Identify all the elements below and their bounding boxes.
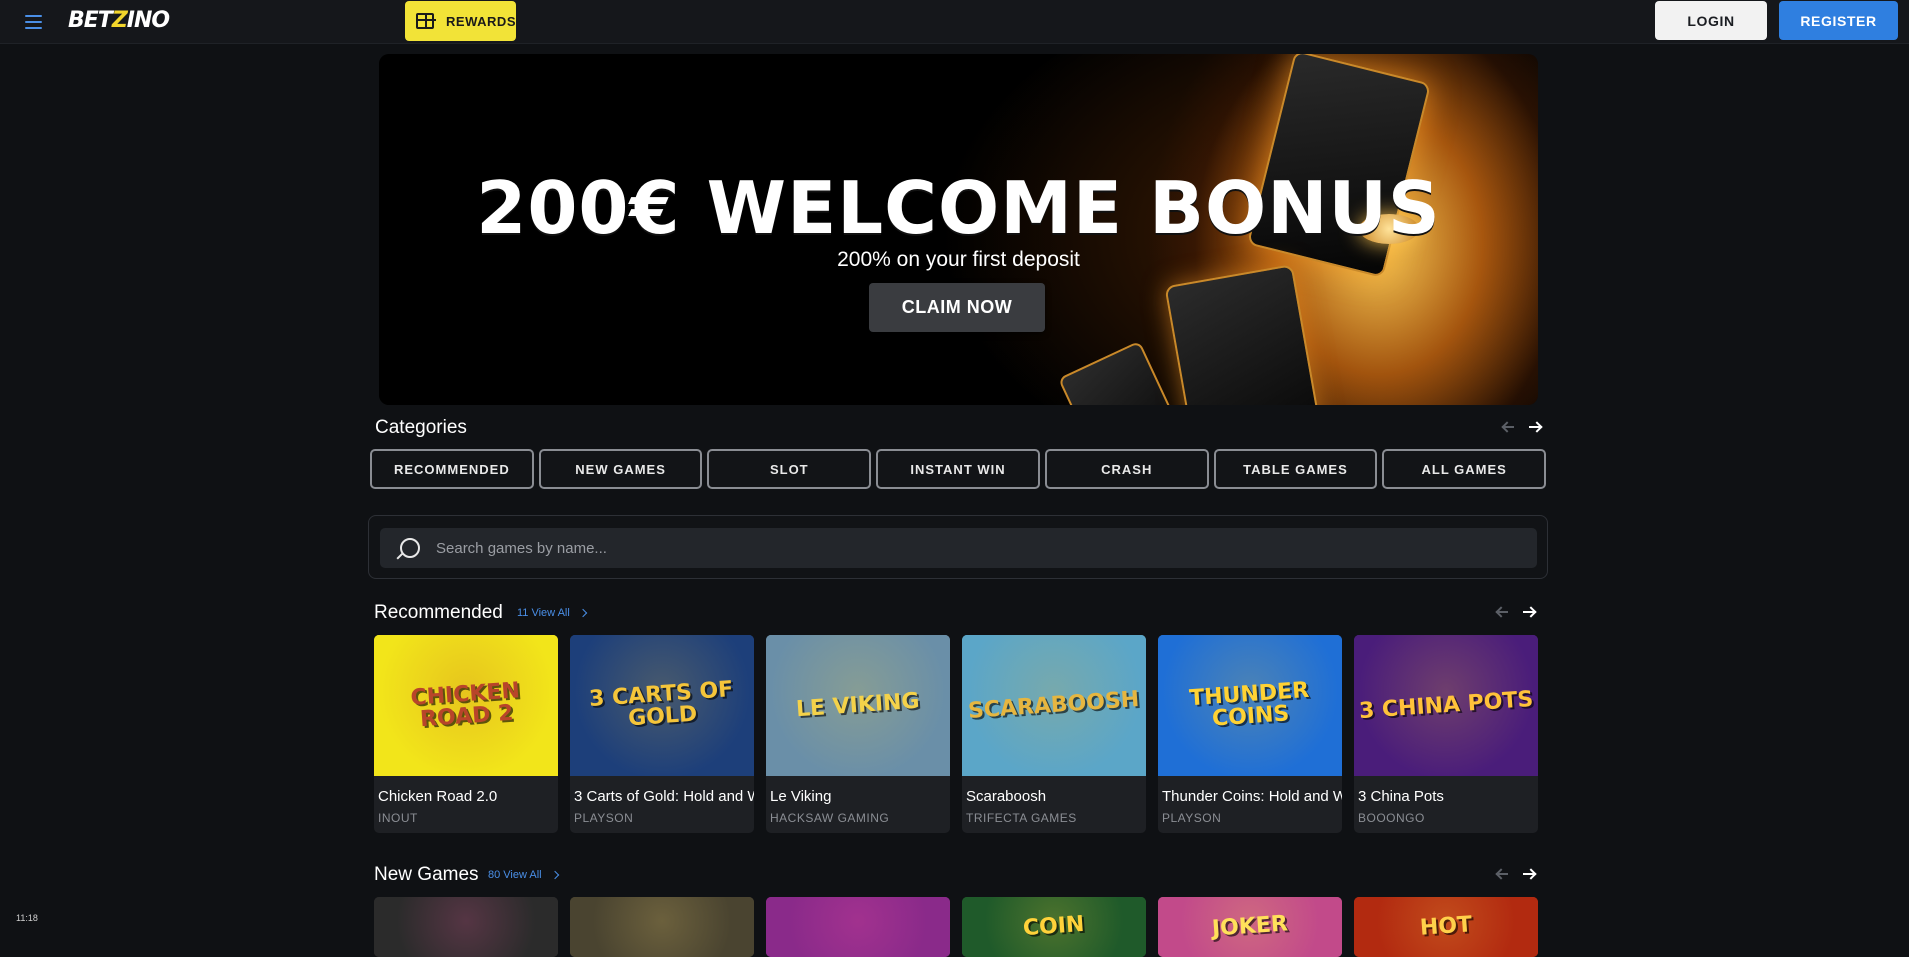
category-recommended[interactable]: RECOMMENDED [370, 449, 534, 489]
game-card[interactable]: 3 CHINA POTS 3 China Pots BOOONGO [1354, 635, 1538, 833]
game-thumbnail[interactable]: 3 CHINA POTS [1354, 635, 1538, 776]
arrow-left-icon[interactable] [1502, 420, 1516, 434]
rewards-button[interactable]: REWARDS [405, 1, 516, 41]
game-art-logo: SCARABOOSH [967, 686, 1141, 724]
game-provider: TRIFECTA GAMES [966, 811, 1077, 825]
register-button[interactable]: REGISTER [1779, 1, 1898, 40]
view-all-label: 80 View All [488, 869, 542, 881]
game-name: Chicken Road 2.0 [378, 788, 498, 805]
recommended-games-row: CHICKEN ROAD 2 Chicken Road 2.0 INOUT 3 CAR… [374, 635, 1538, 833]
arrow-right-icon[interactable] [1522, 867, 1536, 881]
view-all-label: 11 View All [517, 607, 570, 619]
recommended-title: Recommended [374, 602, 503, 623]
category-table-games[interactable]: TABLE GAMES [1213, 449, 1378, 489]
game-provider: INOUT [378, 811, 418, 825]
rewards-label: REWARDS [446, 13, 516, 29]
game-provider: BOOONGO [1358, 811, 1425, 825]
search-input[interactable] [436, 539, 1537, 557]
login-button[interactable]: LOGIN [1655, 1, 1767, 40]
game-thumbnail[interactable]: 3 CARTS OF GOLD [570, 635, 754, 776]
game-name: Thunder Coins: Hold and Win [1162, 788, 1342, 805]
hamburger-menu-icon[interactable] [18, 10, 48, 34]
game-art-logo: COIN [1022, 911, 1086, 942]
game-thumbnail[interactable] [374, 897, 558, 957]
banner-title: 200€ WELCOME BONUS [476, 166, 1441, 250]
search-panel [368, 515, 1548, 579]
game-thumbnail[interactable] [766, 897, 950, 957]
game-art-logo: CHICKEN ROAD 2 [409, 677, 521, 732]
arrow-left-icon[interactable] [1496, 867, 1510, 881]
category-crash[interactable]: CRASH [1044, 449, 1209, 489]
game-card[interactable] [570, 897, 754, 957]
game-thumbnail[interactable] [570, 897, 754, 957]
recommended-view-all-link[interactable]: 11 View All [517, 607, 588, 619]
gift-icon [416, 13, 437, 29]
game-card[interactable]: HOT [1354, 897, 1538, 957]
game-thumbnail[interactable]: COIN [962, 897, 1146, 957]
game-card[interactable] [766, 897, 950, 957]
claim-now-button[interactable]: CLAIM NOW [869, 283, 1045, 332]
new-games-title: New Games [374, 864, 479, 885]
game-name: Le Viking [770, 788, 832, 805]
game-card[interactable] [374, 897, 558, 957]
chevron-right-icon [550, 870, 559, 880]
new-games-row: COIN JOKER HOT [374, 897, 1538, 957]
game-art-logo: 3 CHINA POTS [1358, 686, 1534, 724]
clock: 11:18 [16, 913, 38, 923]
game-card[interactable]: LE VIKING Le Viking HACKSAW GAMING [766, 635, 950, 833]
new-games-carousel-arrows [1496, 867, 1536, 881]
game-thumbnail[interactable]: CHICKEN ROAD 2 [374, 635, 558, 776]
betzino-logo[interactable]: BETZINO [68, 8, 170, 34]
chevron-right-icon [578, 608, 588, 618]
game-card[interactable]: JOKER [1158, 897, 1342, 957]
game-card[interactable]: THUNDER COINS Thunder Coins: Hold and Win… [1158, 635, 1342, 833]
top-bar: BETZINO REWARDS LOGIN REGISTER [0, 0, 1909, 44]
arrow-right-icon[interactable] [1528, 420, 1542, 434]
game-card[interactable]: SCARABOOSH Scaraboosh TRIFECTA GAMES [962, 635, 1146, 833]
game-card[interactable]: 3 CARTS OF GOLD 3 Carts of Gold: Hold and… [570, 635, 754, 833]
game-art-logo: JOKER [1211, 911, 1289, 942]
game-thumbnail[interactable]: SCARABOOSH [962, 635, 1146, 776]
game-thumbnail[interactable]: HOT [1354, 897, 1538, 957]
categories-carousel-arrows [1502, 420, 1542, 434]
game-card[interactable]: COIN [962, 897, 1146, 957]
game-card[interactable]: CHICKEN ROAD 2 Chicken Road 2.0 INOUT [374, 635, 558, 833]
category-slot[interactable]: SLOT [707, 449, 872, 489]
arrow-left-icon[interactable] [1496, 605, 1510, 619]
arrow-right-icon[interactable] [1522, 605, 1536, 619]
game-name: Scaraboosh [966, 788, 1047, 805]
game-name: 3 China Pots [1358, 788, 1444, 805]
welcome-bonus-banner[interactable]: 200€ WELCOME BONUS 200% on your first de… [379, 54, 1538, 405]
game-provider: PLAYSON [1162, 811, 1222, 825]
search-box[interactable] [380, 528, 1537, 568]
game-art-logo: HOT [1419, 912, 1473, 941]
game-provider: PLAYSON [574, 811, 634, 825]
game-thumbnail[interactable]: LE VIKING [766, 635, 950, 776]
category-instant-win[interactable]: INSTANT WIN [876, 449, 1040, 489]
categories-title: Categories [375, 417, 467, 438]
new-games-view-all-link[interactable]: 80 View All [488, 869, 559, 881]
banner-subtitle: 200% on your first deposit [837, 248, 1080, 271]
game-art-logo: LE VIKING [795, 688, 921, 722]
game-provider: HACKSAW GAMING [770, 811, 890, 825]
category-tabs: RECOMMENDED NEW GAMES SLOT INSTANT WIN C… [370, 449, 1547, 489]
game-thumbnail[interactable]: JOKER [1158, 897, 1342, 957]
game-thumbnail[interactable]: THUNDER COINS [1158, 635, 1342, 776]
game-name: 3 Carts of Gold: Hold and Win [574, 788, 754, 805]
game-art-logo: 3 CARTS OF GOLD [588, 676, 735, 731]
recommended-carousel-arrows [1496, 605, 1536, 619]
category-new-games[interactable]: NEW GAMES [538, 449, 703, 489]
game-art-logo: THUNDER COINS [1188, 677, 1310, 732]
category-all-games[interactable]: ALL GAMES [1382, 449, 1547, 489]
search-icon [400, 538, 420, 558]
